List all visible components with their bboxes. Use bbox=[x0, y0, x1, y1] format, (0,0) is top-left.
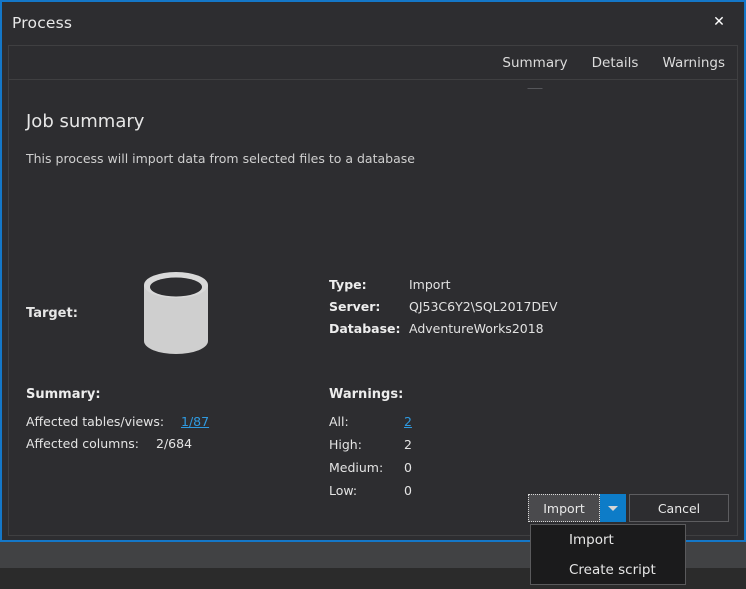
detail-key-type: Type: bbox=[329, 277, 367, 292]
warnings-value-all-link[interactable]: 2 bbox=[404, 414, 412, 429]
database-cylinder-icon bbox=[144, 272, 208, 354]
summary-key-tables: Affected tables/views: bbox=[26, 414, 165, 429]
menu-item-import[interactable]: Import bbox=[531, 525, 685, 555]
warnings-key-low: Low: bbox=[329, 483, 358, 498]
menu-item-create-script[interactable]: Create script bbox=[531, 555, 685, 585]
warnings-row-all: All: 2 bbox=[329, 414, 412, 437]
warnings-key-high: High: bbox=[329, 437, 362, 452]
detail-value-database: AdventureWorks2018 bbox=[409, 321, 544, 336]
summary-value-columns: 2/684 bbox=[156, 436, 193, 451]
warnings-row-high: High: 2 bbox=[329, 437, 412, 460]
warnings-section: Warnings: All: 2 High: 2 Medium: 0 Low: … bbox=[329, 387, 412, 506]
summary-section: Summary: Affected tables/views: 1/87 Aff… bbox=[26, 387, 209, 458]
tab-bar: Summary Details Warnings bbox=[9, 46, 737, 80]
detail-row-database: Database: AdventureWorks2018 bbox=[329, 321, 558, 343]
warnings-value-low: 0 bbox=[404, 483, 412, 498]
detail-key-server: Server: bbox=[329, 299, 381, 314]
import-split-button: Import bbox=[528, 494, 626, 522]
warnings-value-medium: 0 bbox=[404, 460, 412, 475]
summary-row-tables: Affected tables/views: 1/87 bbox=[26, 414, 209, 436]
warnings-row-low: Low: 0 bbox=[329, 483, 412, 506]
close-icon[interactable]: ✕ bbox=[702, 7, 736, 37]
detail-row-server: Server: QJ53C6Y2\SQL2017DEV bbox=[329, 299, 558, 321]
page-title: Process bbox=[12, 14, 73, 32]
tab-details[interactable]: Details bbox=[592, 55, 639, 71]
detail-value-server: QJ53C6Y2\SQL2017DEV bbox=[409, 299, 558, 314]
target-label: Target: bbox=[26, 306, 78, 321]
dialog-titlebar: Process ✕ bbox=[2, 2, 744, 44]
process-dialog: Process ✕ Summary Details Warnings Job s… bbox=[0, 0, 746, 542]
warnings-key-all: All: bbox=[329, 414, 349, 429]
import-dropdown-menu: Import Create script bbox=[530, 524, 686, 585]
target-details-list: Type: Import Server: QJ53C6Y2\SQL2017DEV… bbox=[329, 277, 558, 343]
warnings-key-medium: Medium: bbox=[329, 460, 384, 475]
summary-value-tables-link[interactable]: 1/87 bbox=[181, 414, 209, 429]
tab-warnings[interactable]: Warnings bbox=[662, 55, 725, 71]
cancel-button[interactable]: Cancel bbox=[629, 494, 729, 522]
warnings-section-title: Warnings: bbox=[329, 387, 404, 402]
summary-tab-content: Job summary This process will import dat… bbox=[9, 81, 737, 535]
tab-summary[interactable]: Summary bbox=[502, 55, 567, 71]
summary-row-columns: Affected columns: 2/684 bbox=[26, 436, 209, 458]
content-panel: Summary Details Warnings Job summary Thi… bbox=[8, 45, 738, 536]
warnings-value-high: 2 bbox=[404, 437, 412, 452]
job-summary-heading: Job summary bbox=[26, 111, 145, 132]
import-button[interactable]: Import bbox=[528, 494, 600, 522]
import-dropdown-toggle[interactable] bbox=[600, 494, 626, 522]
detail-key-database: Database: bbox=[329, 321, 401, 336]
job-summary-description: This process will import data from selec… bbox=[26, 151, 415, 166]
detail-value-type: Import bbox=[409, 277, 451, 292]
detail-row-type: Type: Import bbox=[329, 277, 558, 299]
chevron-down-icon bbox=[608, 505, 618, 511]
warnings-row-medium: Medium: 0 bbox=[329, 460, 412, 483]
summary-section-title: Summary: bbox=[26, 387, 101, 402]
summary-key-columns: Affected columns: bbox=[26, 436, 139, 451]
